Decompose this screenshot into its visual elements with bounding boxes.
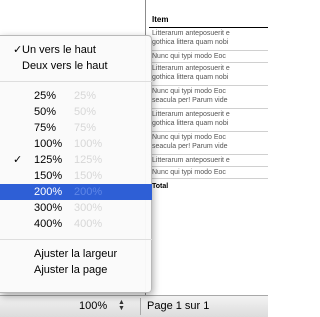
menu-item-zoom-200[interactable]: 200% 200% bbox=[0, 184, 152, 200]
document-table: Item Litterarum anteposuerit e gothica li… bbox=[149, 14, 268, 192]
menu-item-zoom-300[interactable]: 300% 300% bbox=[0, 200, 152, 216]
menu-item-hint: 50% bbox=[74, 106, 97, 118]
menu-item-label: Deux vers le haut bbox=[22, 60, 108, 72]
column-header-item: Item bbox=[149, 14, 268, 28]
menu-item-zoom-400[interactable]: 400% 400% bbox=[0, 216, 152, 232]
menu-item-two-up[interactable]: Deux vers le haut bbox=[0, 58, 152, 74]
menu-item-hint: 100% bbox=[74, 138, 103, 150]
table-row: Litterarum anteposuerit e gothica littera… bbox=[149, 27, 268, 51]
status-divider bbox=[140, 298, 141, 315]
table-header-row: Item bbox=[149, 14, 268, 28]
menu-item-label: 200% bbox=[34, 186, 63, 198]
menu-item-label: 400% bbox=[34, 218, 63, 230]
cell-line: gothica littera quam nobi bbox=[152, 39, 229, 46]
menu-item-hint: 125% bbox=[74, 154, 103, 166]
cell-line: Nunc qui typi modo Eoc bbox=[152, 134, 226, 141]
menu-item-zoom-100[interactable]: 100% 100% bbox=[0, 136, 152, 152]
menu-item-label: Ajuster la page bbox=[34, 264, 108, 276]
menu-item-label: 100% bbox=[34, 138, 63, 150]
menu-item-zoom-125[interactable]: ✓ 125% 125% bbox=[0, 152, 152, 168]
zoom-menu: ✓ Un vers le haut Deux vers le haut 25% … bbox=[0, 35, 152, 293]
menu-item-zoom-25[interactable]: 25% 25% bbox=[0, 88, 152, 104]
status-bar: 100% ▲ ▼ Page 1 sur 1 bbox=[0, 295, 268, 317]
cell-line: Nunc qui typi modo Eoc bbox=[152, 88, 226, 95]
menu-item-hint: 150% bbox=[74, 170, 103, 182]
table-row: Litterarum anteposuerit e bbox=[149, 154, 268, 167]
cell-line: seacula per! Parum vide bbox=[152, 143, 228, 150]
cell-line: gothica littera quam nobi bbox=[152, 74, 229, 81]
table-row: Nunc qui typi modo Eoc seacula per! Parum… bbox=[149, 85, 268, 109]
menu-item-fit-page[interactable]: Ajuster la page bbox=[0, 262, 152, 278]
menu-separator bbox=[0, 239, 152, 240]
menu-item-hint: 25% bbox=[74, 90, 97, 102]
menu-item-hint: 300% bbox=[74, 202, 103, 214]
table-row: Litterarum anteposuerit e gothica littera… bbox=[149, 62, 268, 86]
total-label: Total bbox=[149, 178, 268, 192]
zoom-select[interactable]: 100% ▲ ▼ bbox=[69, 299, 139, 314]
menu-item-fit-width[interactable]: Ajuster la largeur bbox=[0, 246, 152, 262]
cell-line: Litterarum anteposuerit e bbox=[152, 157, 230, 164]
menu-separator bbox=[0, 81, 152, 82]
table-total-row: Total bbox=[149, 178, 268, 192]
cell-line: Litterarum anteposuerit e bbox=[152, 111, 230, 118]
cell-line: gothica littera quam nobi bbox=[152, 120, 229, 127]
menu-item-zoom-50[interactable]: 50% 50% bbox=[0, 104, 152, 120]
menu-item-label: 75% bbox=[34, 122, 57, 134]
page-indicator: Page 1 sur 1 bbox=[147, 300, 210, 312]
table-row: Nunc qui typi modo Eoc seacula per! Parum… bbox=[149, 131, 268, 155]
cell-line: Litterarum anteposuerit e bbox=[152, 30, 230, 37]
menu-item-zoom-150[interactable]: 150% 150% bbox=[0, 168, 152, 184]
table-row: Litterarum anteposuerit e gothica littera… bbox=[149, 108, 268, 132]
checkmark-icon: ✓ bbox=[13, 154, 23, 166]
menu-item-label: 150% bbox=[34, 170, 63, 182]
document-page: Item Litterarum anteposuerit e gothica li… bbox=[145, 0, 268, 295]
table-row: Nunc qui typi modo Eoc bbox=[149, 166, 268, 179]
menu-item-label: Ajuster la largeur bbox=[34, 248, 118, 260]
menu-item-label: 25% bbox=[34, 90, 57, 102]
menu-item-label: 125% bbox=[34, 154, 63, 166]
menu-item-hint: 400% bbox=[74, 218, 103, 230]
menu-item-hint: 75% bbox=[74, 122, 97, 134]
cell-line: seacula per! Parum vide bbox=[152, 97, 228, 104]
cell-line: Nunc qui typi modo Eoc bbox=[152, 53, 226, 60]
table-row: Nunc qui typi modo Eoc bbox=[149, 50, 268, 63]
zoom-value: 100% bbox=[79, 300, 108, 312]
cell-line: Nunc qui typi modo Eoc bbox=[152, 169, 226, 176]
menu-item-label: Un vers le haut bbox=[22, 44, 96, 56]
stepper-arrows-icon: ▲ ▼ bbox=[118, 299, 125, 312]
menu-item-zoom-75[interactable]: 75% 75% bbox=[0, 120, 152, 136]
cell-line: Litterarum anteposuerit e bbox=[152, 65, 230, 72]
menu-item-one-up[interactable]: ✓ Un vers le haut bbox=[0, 42, 152, 58]
menu-item-label: 50% bbox=[34, 106, 57, 118]
menu-item-hint: 200% bbox=[74, 186, 103, 198]
menu-item-label: 300% bbox=[34, 202, 63, 214]
